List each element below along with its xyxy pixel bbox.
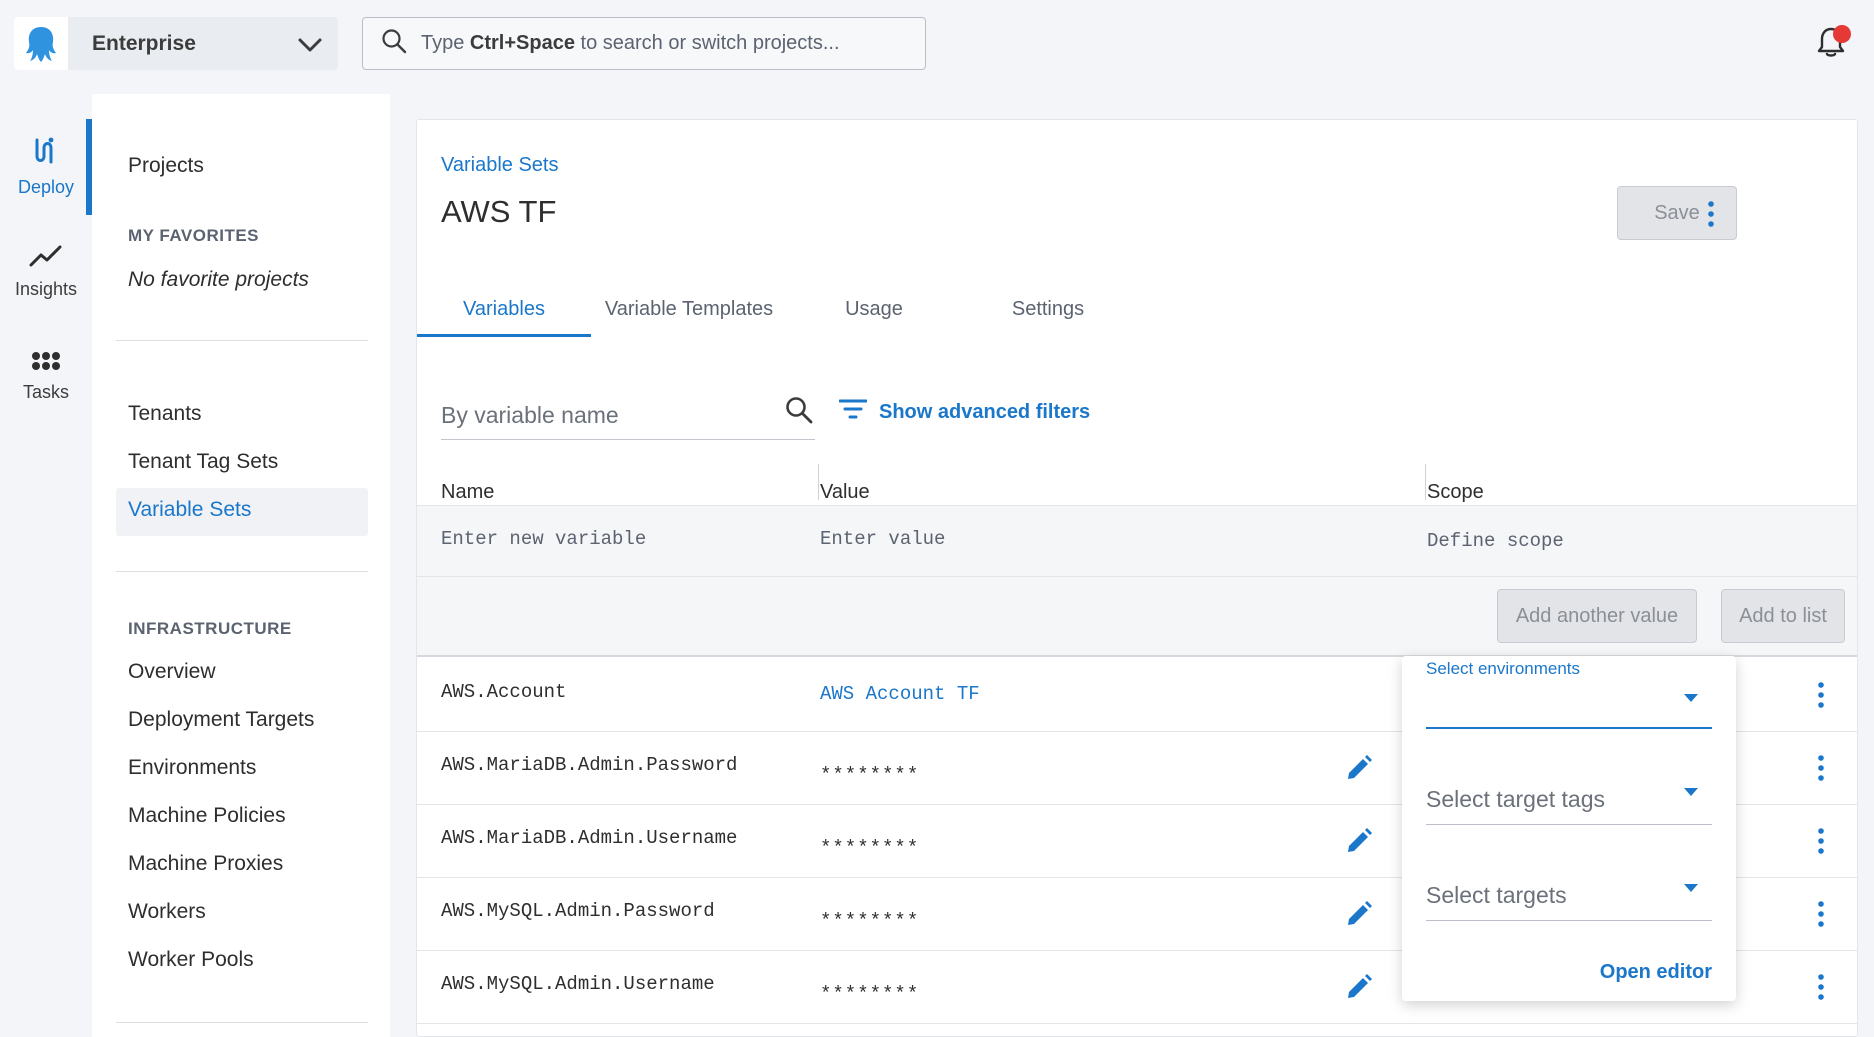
variable-value-masked: ******** <box>820 910 920 932</box>
open-editor-link[interactable]: Open editor <box>1600 961 1712 984</box>
tab-bar: Variables Variable Templates Usage Setti… <box>417 280 1857 338</box>
tab-variable-templates[interactable]: Variable Templates <box>591 280 787 338</box>
sidebar-item-machine-proxies[interactable]: Machine Proxies <box>128 852 283 876</box>
global-search-input[interactable]: Type Ctrl+Space to search or switch proj… <box>362 17 926 70</box>
variable-name: AWS.MySQL.Admin.Password <box>441 900 715 922</box>
dropdown-caret-icon <box>1684 884 1698 892</box>
sidebar-item-worker-pools[interactable]: Worker Pools <box>128 948 254 972</box>
space-switcher[interactable]: Enterprise <box>14 17 338 70</box>
variable-name: AWS.MySQL.Admin.Username <box>441 973 715 995</box>
show-advanced-filters-button[interactable]: Show advanced filters <box>838 382 1091 442</box>
sidebar-item-environments[interactable]: Environments <box>128 756 256 780</box>
space-name: Enterprise <box>92 31 196 55</box>
nav-rail: Deploy Insights Tasks <box>0 94 92 1037</box>
deploy-icon <box>32 136 60 171</box>
filter-placeholder: By variable name <box>441 402 619 428</box>
rail-label: Insights <box>14 279 78 299</box>
add-to-list-button[interactable]: Add to list <box>1721 589 1845 643</box>
edit-pencil-icon[interactable] <box>1345 754 1373 787</box>
new-variable-actions: Add another value Add to list <box>417 577 1857 657</box>
rail-label: Tasks <box>22 382 69 402</box>
rail-item-tasks[interactable]: Tasks <box>0 329 92 425</box>
chevron-down-icon <box>296 31 324 64</box>
tab-variables[interactable]: Variables <box>417 280 591 338</box>
filter-icon <box>838 398 879 426</box>
variable-name: AWS.Account <box>441 681 567 703</box>
page-title: AWS TF <box>441 194 557 229</box>
row-more-options-icon[interactable] <box>1809 750 1833 786</box>
dropdown-caret-icon <box>1684 694 1698 702</box>
search-icon <box>381 28 407 59</box>
targets-select[interactable]: Select targets <box>1426 870 1712 921</box>
advanced-filters-label: Show advanced filters <box>879 400 1091 423</box>
variable-value-masked: ******** <box>820 837 920 859</box>
sidebar-item-overview[interactable]: Overview <box>128 660 216 684</box>
variable-value-masked: ******** <box>820 764 920 786</box>
tab-settings[interactable]: Settings <box>961 280 1135 338</box>
row-more-options-icon[interactable] <box>1809 677 1833 713</box>
column-separator <box>1425 464 1426 500</box>
grid-dots-icon <box>31 351 61 376</box>
more-options-icon[interactable] <box>1699 196 1723 232</box>
sidebar-item-projects[interactable]: Projects <box>128 154 204 178</box>
breadcrumb[interactable]: Variable Sets <box>441 154 558 177</box>
sidebar-item-workers[interactable]: Workers <box>128 900 206 924</box>
scope-popover: Select environments Select target tags S… <box>1402 656 1736 1001</box>
environments-label: Select environments <box>1426 659 1581 678</box>
sidebar-item-deployment-targets[interactable]: Deployment Targets <box>128 708 314 732</box>
sidebar-divider <box>116 1022 368 1023</box>
sidebar-divider <box>116 340 368 341</box>
sidebar-item-tenant-tag-sets[interactable]: Tenant Tag Sets <box>128 450 278 474</box>
edit-pencil-icon[interactable] <box>1345 900 1373 933</box>
row-more-options-icon[interactable] <box>1809 969 1833 1005</box>
target-tags-placeholder: Select target tags <box>1426 786 1605 812</box>
no-favorites-text: No favorite projects <box>128 268 309 291</box>
trend-icon <box>29 244 63 273</box>
favorites-heading: MY FAVORITES <box>128 226 260 245</box>
search-placeholder: Type Ctrl+Space to search or switch proj… <box>421 32 840 54</box>
environments-select[interactable]: Select environments <box>1426 656 1712 729</box>
new-variable-value-input[interactable]: Enter value <box>820 528 945 550</box>
targets-placeholder: Select targets <box>1426 882 1567 908</box>
new-variable-row: Enter new variable Enter value Define sc… <box>417 505 1857 577</box>
dropdown-caret-icon <box>1684 788 1698 796</box>
row-more-options-icon[interactable] <box>1809 823 1833 859</box>
define-scope-input[interactable]: Define scope <box>1427 530 1564 552</box>
infrastructure-heading: INFRASTRUCTURE <box>128 619 292 638</box>
variable-name: AWS.MariaDB.Admin.Password <box>441 754 738 776</box>
tab-usage[interactable]: Usage <box>787 280 961 338</box>
sidebar-divider <box>116 571 368 572</box>
notification-badge <box>1833 25 1851 43</box>
sidebar-item-machine-policies[interactable]: Machine Policies <box>128 804 286 828</box>
rail-label: Deploy <box>17 177 75 197</box>
column-separator <box>818 464 819 500</box>
top-bar: Enterprise Type Ctrl+Space to search or … <box>0 0 1874 94</box>
variable-name-filter-input[interactable]: By variable name <box>441 376 815 440</box>
octopus-logo-icon <box>14 17 68 70</box>
variable-value-masked: ******** <box>820 983 920 1005</box>
project-sidebar: Projects MY FAVORITES No favorite projec… <box>92 94 390 1037</box>
edit-pencil-icon[interactable] <box>1345 973 1373 1006</box>
edit-pencil-icon[interactable] <box>1345 827 1373 860</box>
variable-value[interactable]: AWS Account TF <box>820 683 980 705</box>
rail-item-deploy[interactable]: Deploy <box>0 119 92 215</box>
target-tags-select[interactable]: Select target tags <box>1426 774 1712 825</box>
sidebar-item-tenants[interactable]: Tenants <box>128 402 202 426</box>
add-another-value-button[interactable]: Add another value <box>1497 589 1697 643</box>
sidebar-item-variable-sets[interactable]: Variable Sets <box>128 498 251 522</box>
active-tab-indicator <box>417 334 591 337</box>
new-variable-name-input[interactable]: Enter new variable <box>441 528 646 550</box>
rail-item-insights[interactable]: Insights <box>0 224 92 320</box>
row-more-options-icon[interactable] <box>1809 896 1833 932</box>
search-icon <box>785 396 813 429</box>
variable-name: AWS.MariaDB.Admin.Username <box>441 827 738 849</box>
